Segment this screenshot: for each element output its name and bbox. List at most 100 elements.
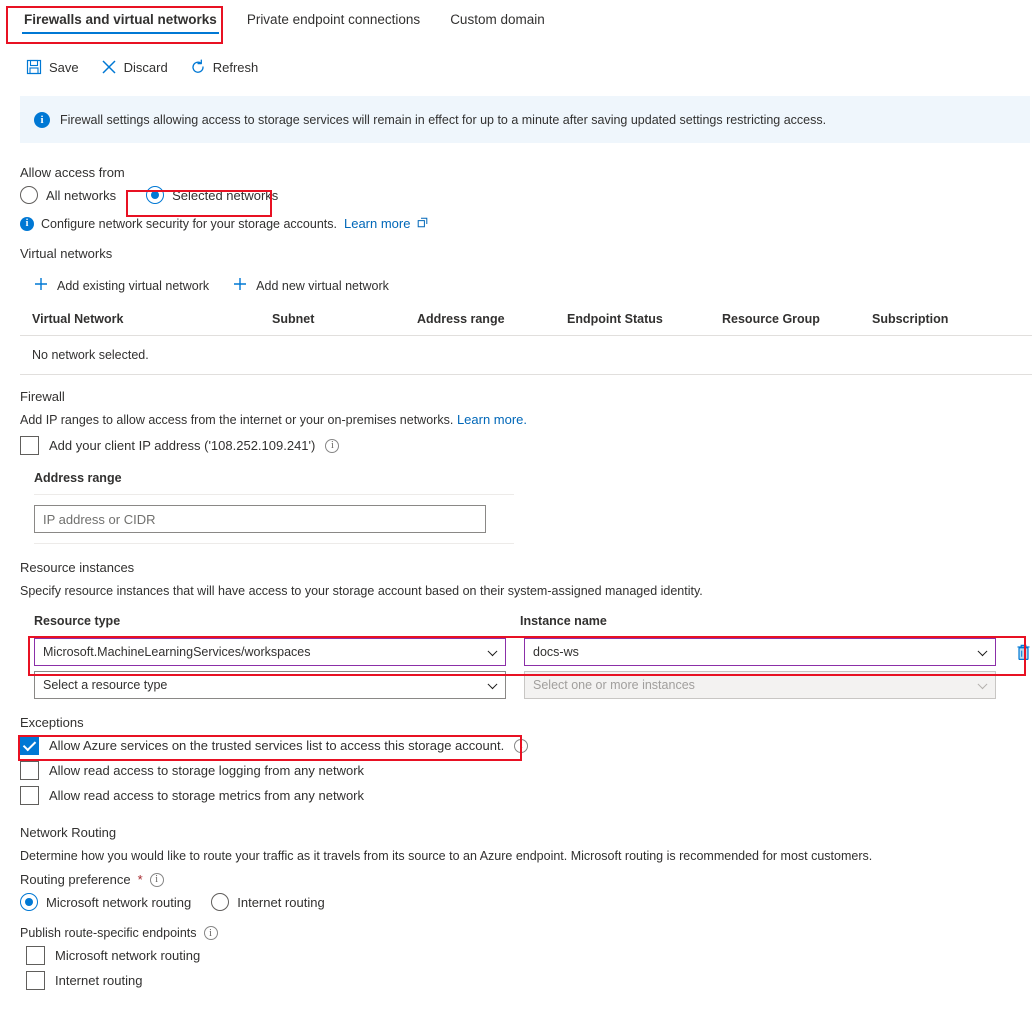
info-icon: i [20, 216, 34, 231]
column-header-address-range[interactable]: Address range [417, 312, 567, 326]
client-ip-checkbox-label[interactable]: Add your client IP address ('108.252.109… [49, 438, 315, 453]
address-range-input[interactable] [34, 505, 486, 533]
publish-label-microsoft-network-routing[interactable]: Microsoft network routing [55, 948, 200, 963]
publish-endpoints-label-row: Publish route-specific endpoints i [20, 926, 1032, 940]
routing-preference-label: Routing preference [20, 872, 131, 887]
add-existing-virtual-network-label: Add existing virtual network [57, 278, 210, 293]
add-existing-virtual-network-button[interactable]: Add existing virtual network [34, 277, 209, 294]
exception-checkbox-trusted-services[interactable] [20, 736, 39, 755]
empty-state-text: No network selected. [32, 348, 149, 362]
routing-preference-label-row: Routing preference * i [20, 872, 1032, 887]
tab-private-endpoint-connections[interactable]: Private endpoint connections [237, 0, 430, 37]
publish-endpoint-microsoft-routing: Microsoft network routing [26, 946, 1032, 965]
table-row-empty: No network selected. [20, 336, 1032, 375]
radio-microsoft-network-routing[interactable] [20, 893, 38, 911]
resource-instances-heading: Resource instances [20, 560, 135, 575]
network-routing-section: Network Routing Determine how you would … [20, 825, 1032, 990]
network-security-note-text: Configure network security for your stor… [41, 216, 337, 231]
refresh-label: Refresh [212, 59, 259, 75]
column-header-resource-group[interactable]: Resource Group [722, 312, 872, 326]
address-range-field: Address range [34, 471, 1032, 544]
radio-selected-networks-label[interactable]: Selected networks [172, 188, 278, 203]
resource-type-dropdown-empty[interactable]: Select a resource type [34, 671, 506, 699]
tab-strip: Firewalls and virtual networks Private e… [0, 0, 1032, 48]
tab-label: Private endpoint connections [246, 12, 421, 27]
radio-all-networks-label[interactable]: All networks [46, 188, 116, 203]
resource-type-value: Microsoft.MachineLearningServices/worksp… [43, 645, 311, 659]
tab-custom-domain[interactable]: Custom domain [440, 0, 555, 37]
chevron-down-icon [487, 646, 498, 657]
publish-endpoints-label: Publish route-specific endpoints [20, 926, 197, 940]
firewall-learn-more-link[interactable]: Learn more. [457, 412, 527, 427]
info-icon: i [34, 111, 50, 128]
publish-checkbox-microsoft-network-routing[interactable] [26, 946, 45, 965]
trash-icon[interactable] [1015, 643, 1032, 661]
radio-selected-networks[interactable] [146, 186, 165, 204]
table-header-row: Virtual Network Subnet Address range End… [20, 308, 1032, 336]
learn-more-link[interactable]: Learn more [344, 216, 410, 231]
chevron-down-icon [977, 646, 988, 657]
exception-checkbox-storage-metrics[interactable] [20, 786, 39, 805]
column-header-endpoint-status[interactable]: Endpoint Status [567, 312, 722, 326]
virtual-networks-actions: Add existing virtual network Add new vir… [34, 277, 1032, 294]
radio-internet-routing[interactable] [211, 893, 230, 911]
resource-instances-column-headers: Resource type Instance name [34, 614, 1032, 628]
tab-label: Firewalls and virtual networks [24, 12, 217, 27]
discard-label: Discard [123, 59, 168, 75]
info-icon[interactable]: i [203, 926, 218, 940]
instance-name-dropdown[interactable]: docs-ws [524, 638, 996, 666]
settings-content: Allow access from All networks Selected … [0, 165, 1032, 990]
command-bar: Save Discard Refresh [0, 48, 1032, 86]
refresh-circular-arrow-icon [190, 59, 206, 75]
column-header-virtual-network[interactable]: Virtual Network [32, 312, 272, 326]
radio-internet-routing-label[interactable]: Internet routing [237, 895, 324, 910]
info-banner-text: Firewall settings allowing access to sto… [60, 112, 827, 127]
external-link-icon [417, 216, 428, 231]
exception-checkbox-storage-logging[interactable] [20, 761, 39, 780]
chevron-down-icon [977, 679, 988, 690]
instance-name-value: docs-ws [533, 645, 579, 659]
virtual-networks-section: Virtual networks Add existing virtual ne… [20, 246, 1032, 375]
resource-type-placeholder: Select a resource type [43, 678, 168, 692]
allow-access-radio-group: All networks Selected networks [20, 186, 1032, 204]
resource-instances-section: Resource instances Specify resource inst… [20, 560, 1032, 699]
client-ip-checkbox-row: Add your client IP address ('108.252.109… [20, 436, 1032, 455]
tab-firewalls-and-virtual-networks[interactable]: Firewalls and virtual networks [14, 0, 227, 37]
add-new-virtual-network-button[interactable]: Add new virtual network [233, 277, 389, 294]
instance-name-placeholder: Select one or more instances [533, 678, 695, 692]
virtual-networks-table: Virtual Network Subnet Address range End… [20, 308, 1032, 375]
column-header-subnet[interactable]: Subnet [272, 312, 417, 326]
close-x-icon [101, 59, 117, 75]
info-icon[interactable]: i [149, 872, 164, 887]
add-new-virtual-network-label: Add new virtual network [256, 278, 389, 293]
save-label: Save [49, 59, 79, 75]
discard-button[interactable]: Discard [101, 59, 168, 75]
info-icon[interactable]: i [514, 738, 529, 753]
radio-all-networks[interactable] [20, 186, 38, 204]
tab-label: Custom domain [450, 12, 545, 27]
firewall-description-line: Add IP ranges to allow access from the i… [20, 412, 1032, 427]
exception-label-trusted-services[interactable]: Allow Azure services on the trusted serv… [49, 738, 504, 753]
resource-instances-description: Specify resource instances that will hav… [20, 584, 703, 598]
exceptions-section: Exceptions Allow Azure services on the t… [18, 715, 1032, 805]
client-ip-checkbox[interactable] [20, 436, 39, 455]
network-routing-heading: Network Routing [20, 825, 117, 840]
column-header-subscription[interactable]: Subscription [872, 312, 1022, 326]
resource-type-dropdown[interactable]: Microsoft.MachineLearningServices/worksp… [34, 638, 506, 666]
exception-item-storage-logging: Allow read access to storage logging fro… [20, 761, 1032, 780]
routing-preference-radio-group: Microsoft network routing Internet routi… [20, 893, 1032, 911]
required-asterisk: * [137, 872, 143, 887]
plus-icon [233, 277, 247, 294]
publish-checkbox-internet-routing[interactable] [26, 971, 45, 990]
column-header-resource-type: Resource type [34, 614, 121, 628]
refresh-button[interactable]: Refresh [190, 59, 259, 75]
address-range-divider-top [34, 494, 514, 495]
exception-label-storage-logging[interactable]: Allow read access to storage logging fro… [49, 763, 364, 778]
exception-label-storage-metrics[interactable]: Allow read access to storage metrics fro… [49, 788, 364, 803]
save-button[interactable]: Save [26, 59, 79, 75]
allow-access-section: Allow access from All networks Selected … [20, 165, 1032, 231]
column-header-instance-name: Instance name [520, 614, 607, 628]
radio-microsoft-network-routing-label[interactable]: Microsoft network routing [46, 895, 191, 910]
info-icon[interactable]: i [325, 438, 340, 453]
publish-label-internet-routing[interactable]: Internet routing [55, 973, 142, 988]
